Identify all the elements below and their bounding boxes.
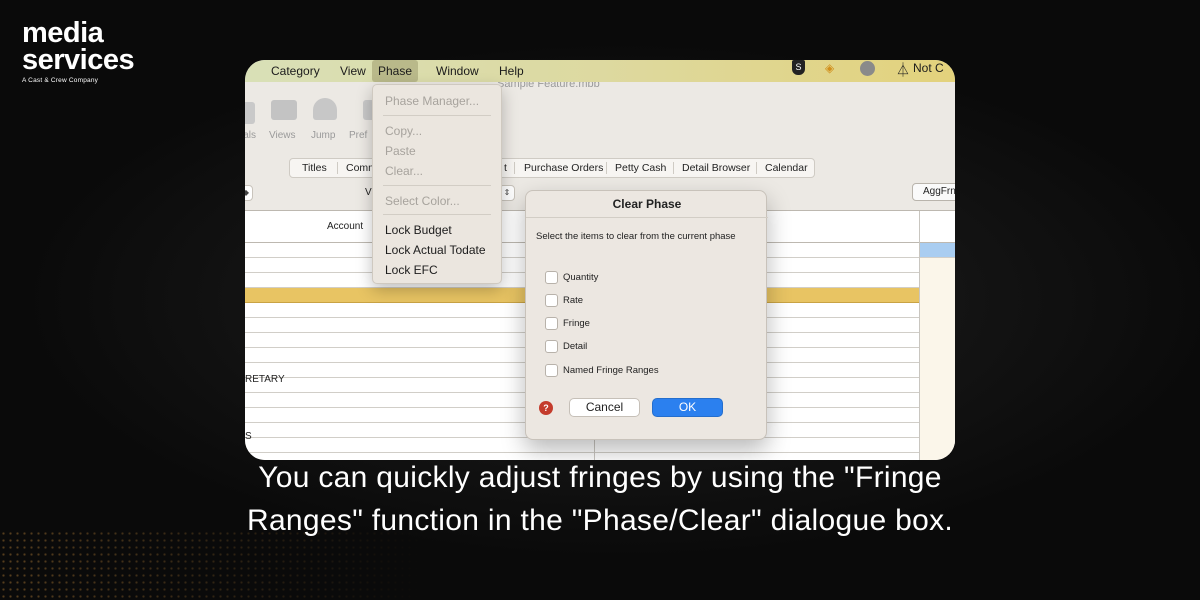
jump-icon[interactable] — [313, 98, 337, 120]
dialog-instructions: Select the items to clear from the curre… — [536, 231, 736, 242]
logo-tagline: A Cast & Crew Company — [22, 77, 99, 84]
tab-petty-cash[interactable]: Petty Cash — [615, 159, 666, 177]
tab-detail-browser[interactable]: Detail Browser — [682, 159, 750, 177]
grid-row[interactable] — [245, 438, 955, 453]
left-select[interactable]: ◆ — [245, 185, 253, 201]
tab-partial[interactable]: t — [504, 159, 507, 177]
menu-category[interactable]: Category — [271, 63, 320, 79]
menu-item-clear[interactable]: Clear... — [385, 164, 423, 178]
menu-phase[interactable]: Phase — [372, 60, 419, 82]
menu-item-paste[interactable]: Paste — [385, 144, 416, 158]
logo-line-1: media — [22, 17, 104, 49]
named-fringe-ranges-label[interactable]: Named Fringe Ranges — [563, 365, 659, 376]
menu-item-copy[interactable]: Copy... — [385, 124, 422, 138]
toolbar-label-details[interactable]: ials — [245, 130, 256, 141]
dialog-title: Clear Phase — [612, 197, 682, 211]
connection-status: Not C — [913, 61, 944, 75]
account-column-header[interactable]: Account — [327, 221, 363, 232]
caption-line-2: Ranges" function in the "Phase/Clear" di… — [246, 504, 954, 537]
phase-menu: Phase Manager... Copy... Paste Clear... … — [372, 84, 502, 284]
fringe-label[interactable]: Fringe — [563, 318, 590, 329]
named-fringe-ranges-checkbox[interactable] — [545, 364, 558, 377]
menu-view[interactable]: View — [340, 63, 366, 79]
status-drive-icon[interactable]: ◈ — [825, 61, 834, 75]
details-icon[interactable] — [245, 102, 255, 124]
view-tabs: Titles Comm t Purchase Orders Petty Cash… — [289, 158, 815, 178]
toolbar-label-views[interactable]: Views — [269, 130, 296, 141]
detail-checkbox[interactable] — [545, 340, 558, 353]
media-services-logo: media services A Cast & Crew Company — [22, 17, 135, 85]
detail-label[interactable]: Detail — [563, 341, 587, 352]
rate-checkbox[interactable] — [545, 294, 558, 307]
logo-line-2: services — [22, 44, 135, 76]
caption-line-1: You can quickly adjust fringes by using … — [258, 461, 942, 494]
network-icon[interactable]: ⏃ — [896, 60, 910, 80]
toolbar-label-jump[interactable]: Jump — [311, 130, 335, 141]
cancel-button[interactable]: Cancel — [569, 398, 640, 417]
menu-item-lock-actual-todate[interactable]: Lock Actual Todate — [385, 243, 486, 257]
menu-item-lock-efc[interactable]: Lock EFC — [385, 263, 438, 277]
app-screenshot: ials Views Jump Pref Sample Feature.mbb … — [245, 60, 955, 460]
menu-help[interactable]: Help — [499, 63, 524, 79]
menu-window[interactable]: Window — [436, 63, 479, 79]
tab-purchase-orders[interactable]: Purchase Orders — [524, 159, 603, 177]
filter-label: V — [365, 187, 372, 198]
row-label-s: S — [245, 431, 252, 442]
selected-cell[interactable] — [920, 243, 955, 257]
rate-label[interactable]: Rate — [563, 295, 583, 306]
grid-right-column — [920, 258, 955, 460]
menu-item-phase-manager[interactable]: Phase Manager... — [385, 94, 479, 108]
status-s-icon[interactable]: S — [792, 60, 805, 75]
menu-bar: Category View Phase Window Help S ◈ ⏃ No… — [245, 60, 955, 82]
menu-item-select-color[interactable]: Select Color... — [385, 194, 460, 208]
menu-item-lock-budget[interactable]: Lock Budget — [385, 223, 452, 237]
quantity-checkbox[interactable] — [545, 271, 558, 284]
clear-phase-dialog: Clear Phase Select the items to clear fr… — [525, 190, 768, 440]
toolbar-label-preferences[interactable]: Pref — [349, 130, 367, 141]
row-label-retary: RETARY — [245, 374, 285, 385]
quantity-label[interactable]: Quantity — [563, 272, 598, 283]
agg-fringe-button[interactable]: AggFrn — [912, 183, 955, 201]
globe-icon[interactable] — [860, 61, 875, 76]
fringe-checkbox[interactable] — [545, 317, 558, 330]
help-icon[interactable]: ? — [539, 401, 553, 415]
tab-calendar[interactable]: Calendar — [765, 159, 808, 177]
caption: You can quickly adjust fringes by using … — [0, 456, 1200, 542]
toolbar: ials Views Jump Pref — [245, 82, 955, 202]
ok-button[interactable]: OK — [652, 398, 723, 417]
views-icon[interactable] — [271, 100, 297, 120]
tab-titles[interactable]: Titles — [302, 159, 327, 177]
